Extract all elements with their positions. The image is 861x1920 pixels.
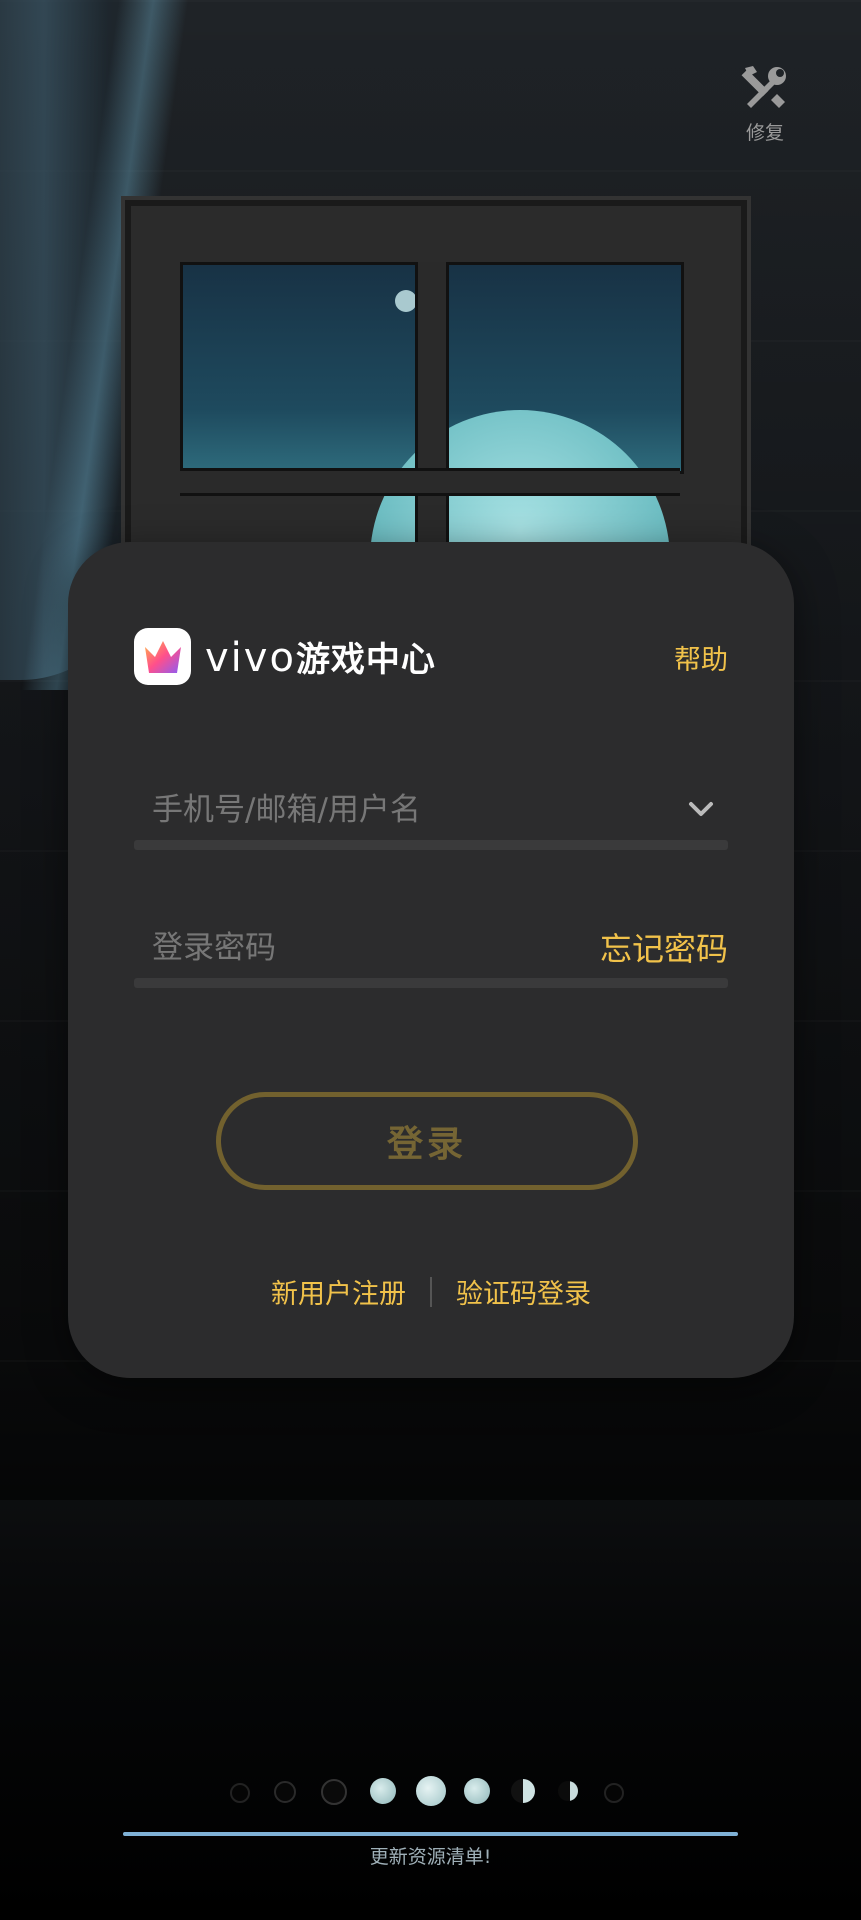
account-input[interactable] (134, 774, 624, 846)
window-mullion (180, 468, 680, 496)
chevron-down-icon[interactable] (686, 794, 716, 824)
register-link[interactable]: 新用户注册 (271, 1272, 406, 1311)
secondary-links: 新用户注册 验证码登录 (68, 1272, 794, 1311)
moon-phase-dot (464, 1778, 490, 1804)
password-field: 忘记密码 (134, 912, 728, 992)
brand-name-latin: vivo (205, 635, 296, 681)
window-mullion (415, 262, 449, 552)
login-button[interactable]: 登录 (216, 1092, 638, 1190)
window-pane (180, 262, 421, 474)
brand-name: vivo游戏中心 (205, 632, 436, 681)
sms-login-link[interactable]: 验证码登录 (456, 1272, 591, 1311)
loading-progress-bar (123, 1832, 738, 1836)
wrench-screwdriver-icon (737, 60, 793, 116)
repair-button[interactable]: 修复 (730, 60, 800, 145)
forgot-password-link[interactable]: 忘记密码 (600, 924, 728, 970)
game-launch-screen: 修复 vivo游戏中心 帮助 手机号/邮箱/用户名 忘记密码 登录 新用户注册 … (0, 0, 861, 1920)
moon-phase-dot (230, 1783, 250, 1803)
crown-icon (134, 628, 191, 685)
account-field (134, 774, 728, 854)
brand-name-cn: 游戏中心 (295, 640, 436, 680)
moon-phase-dot (511, 1779, 535, 1803)
brand-header: vivo游戏中心 (134, 628, 436, 685)
field-underline (134, 840, 728, 850)
link-divider (430, 1276, 432, 1307)
loading-progress-fill (123, 1832, 738, 1836)
moon-phase-dot (321, 1779, 347, 1805)
password-input[interactable] (134, 912, 624, 984)
login-card: vivo游戏中心 帮助 忘记密码 登录 新用户注册 验证码登录 (68, 542, 794, 1378)
moon-phase-dot (370, 1778, 396, 1804)
loading-status-text: 更新资源清单! (369, 1846, 492, 1868)
repair-label: 修复 (745, 122, 784, 144)
help-link[interactable]: 帮助 (674, 638, 728, 677)
moon-phase-dot (604, 1783, 624, 1803)
moon-phase-dot (558, 1781, 578, 1801)
moon-phase-dot (416, 1776, 446, 1806)
moon-phase-dot (274, 1781, 296, 1803)
small-moon-illustration (395, 290, 417, 312)
moon-phase-indicator (230, 1776, 630, 1806)
field-underline (134, 978, 728, 988)
